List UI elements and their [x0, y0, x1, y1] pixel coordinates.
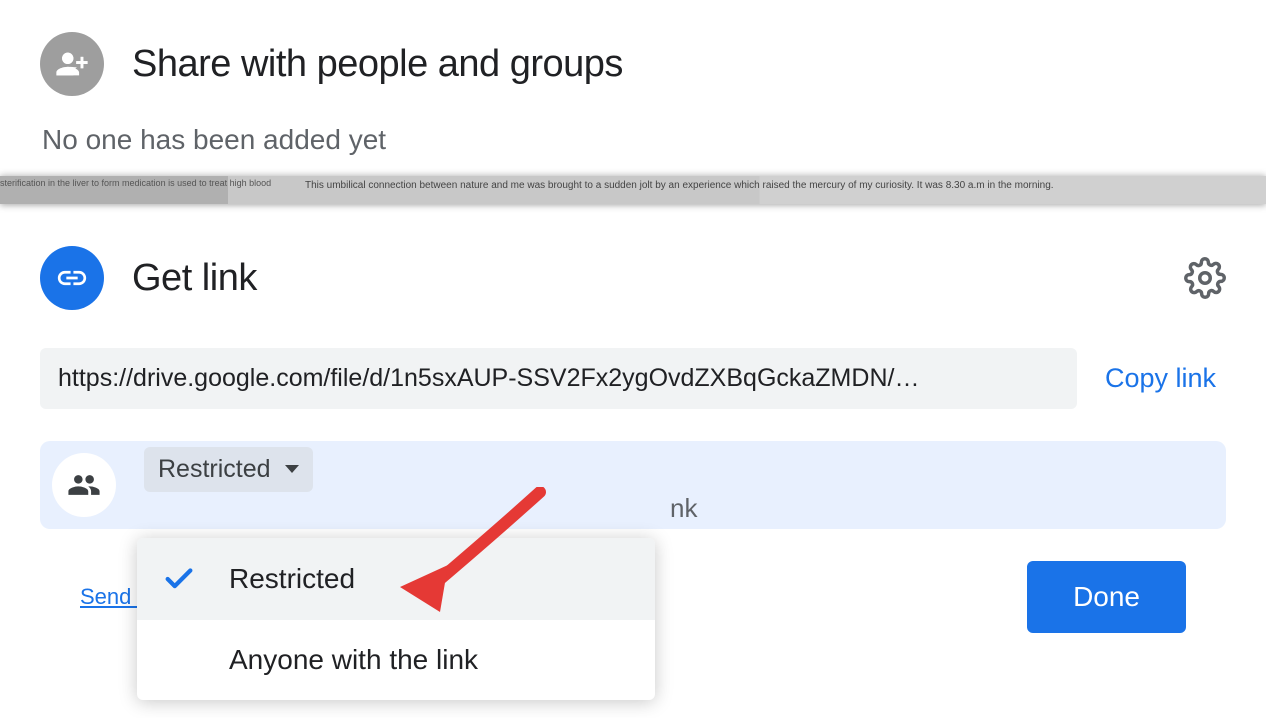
get-link-header: Get link	[40, 246, 1226, 310]
gear-icon[interactable]	[1184, 257, 1226, 299]
doc-strip-text-center: This umbilical connection between nature…	[305, 180, 1054, 192]
access-dropdown-menu: Restricted Anyone with the link	[137, 538, 655, 700]
chevron-down-icon	[285, 465, 299, 473]
share-link-field[interactable]: https://drive.google.com/file/d/1n5sxAUP…	[40, 348, 1077, 409]
share-title: Share with people and groups	[132, 43, 623, 86]
link-row: https://drive.google.com/file/d/1n5sxAUP…	[40, 348, 1226, 409]
dropdown-option-label: Restricted	[229, 563, 355, 595]
done-button[interactable]: Done	[1027, 561, 1186, 633]
access-dropdown-button[interactable]: Restricted	[144, 447, 313, 492]
person-add-icon	[40, 32, 104, 96]
people-icon	[52, 453, 116, 517]
access-selected-label: Restricted	[158, 455, 271, 484]
dropdown-option-anyone[interactable]: Anyone with the link	[137, 620, 655, 700]
doc-strip-text-left: sterification in the liver to form medic…	[0, 179, 271, 189]
get-link-title: Get link	[132, 257, 1156, 300]
copy-link-button[interactable]: Copy link	[1105, 363, 1226, 394]
link-icon	[40, 246, 104, 310]
access-description-partial: nk	[670, 493, 697, 524]
share-section: Share with people and groups No one has …	[0, 0, 1266, 176]
dropdown-option-label: Anyone with the link	[229, 644, 478, 676]
access-row: Restricted nk	[40, 441, 1226, 529]
check-icon	[159, 562, 199, 596]
share-subtitle: No one has been added yet	[42, 124, 1226, 156]
share-header: Share with people and groups	[40, 32, 1226, 96]
background-document-strip: sterification in the liver to form medic…	[0, 176, 1266, 204]
dropdown-option-restricted[interactable]: Restricted	[137, 538, 655, 620]
